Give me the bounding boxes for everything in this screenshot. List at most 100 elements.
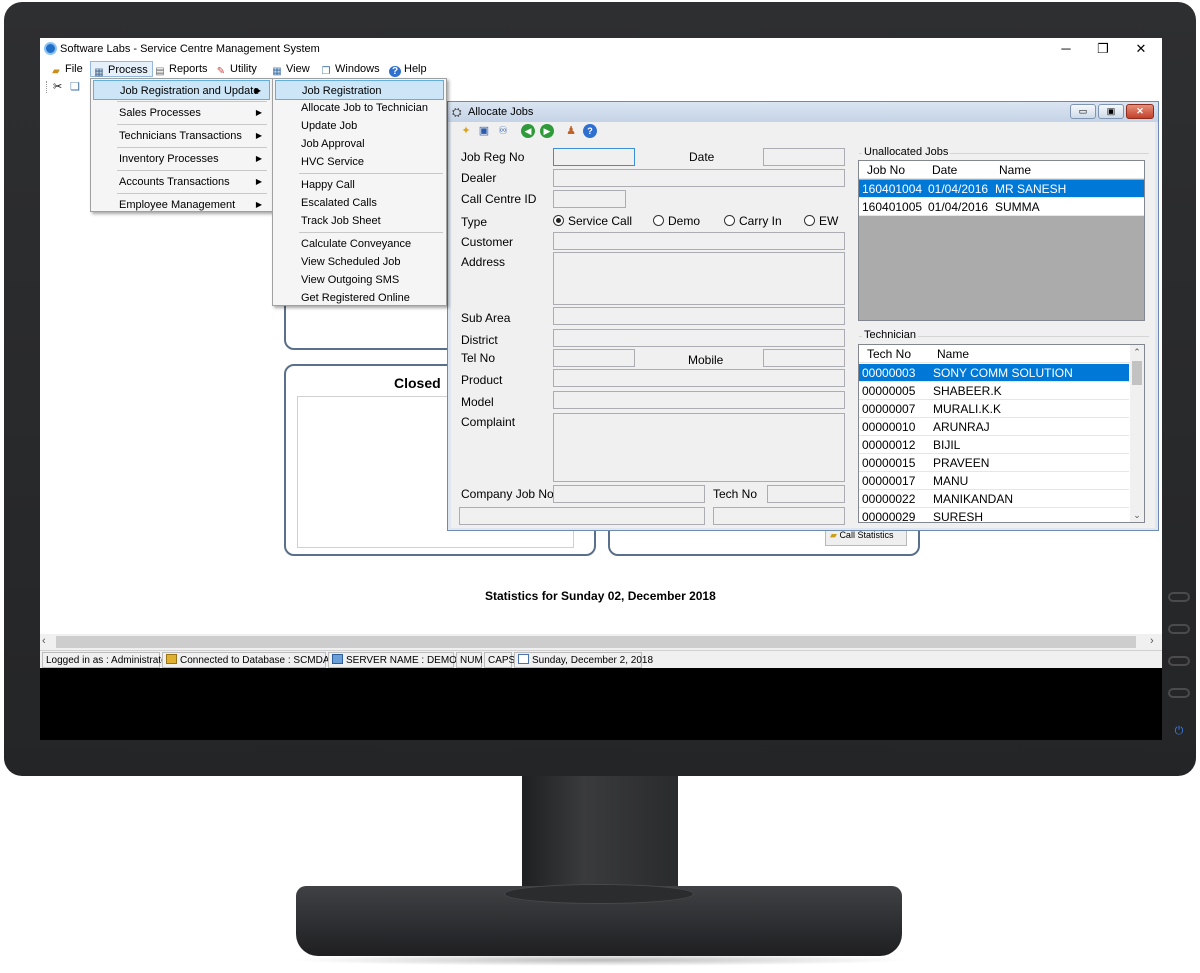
address-field[interactable] bbox=[553, 252, 845, 305]
main-horizontal-scrollbar[interactable]: ‹ › bbox=[40, 634, 1162, 650]
table-row[interactable]: 00000003 SONY COMM SOLUTION bbox=[859, 364, 1129, 382]
monitor-stand-neck bbox=[522, 776, 678, 894]
label-district: District bbox=[461, 333, 498, 347]
product-field[interactable] bbox=[553, 369, 845, 387]
tel-no-field[interactable] bbox=[553, 349, 635, 367]
menu-utility[interactable]: ✎ Utility bbox=[213, 61, 261, 77]
child-minimize-button[interactable]: ▭ bbox=[1070, 104, 1096, 119]
help-icon[interactable]: ? bbox=[583, 124, 597, 138]
screen-black-strip bbox=[40, 668, 1162, 740]
scroll-right-icon[interactable]: › bbox=[1150, 635, 1154, 647]
menu-item-job-approval[interactable]: Job Approval bbox=[275, 134, 444, 154]
table-row[interactable]: 00000022 MANIKANDAN bbox=[859, 490, 1129, 508]
menu-item-accounts-transactions[interactable]: Accounts Transactions ▶ bbox=[93, 172, 270, 192]
footer-field-left[interactable] bbox=[459, 507, 705, 525]
model-field[interactable] bbox=[553, 391, 845, 409]
menu-item-hvc-service[interactable]: HVC Service bbox=[275, 152, 444, 172]
table-row[interactable]: 00000017 MANU bbox=[859, 472, 1129, 490]
menu-item-update-job[interactable]: Update Job bbox=[275, 116, 444, 136]
menu-help[interactable]: ? Help bbox=[387, 61, 431, 77]
toolbar-grip bbox=[46, 81, 48, 93]
complaint-field[interactable] bbox=[553, 413, 845, 482]
radio-dot bbox=[653, 215, 664, 226]
menu-item-employee-management[interactable]: Employee Management ▶ bbox=[93, 195, 270, 215]
type-ew-radio[interactable]: EW bbox=[804, 214, 838, 228]
table-row[interactable]: 00000010 ARUNRAJ bbox=[859, 418, 1129, 436]
scrollbar-thumb[interactable] bbox=[1132, 361, 1142, 385]
menu-item-technicians-transactions[interactable]: Technicians Transactions ▶ bbox=[93, 126, 270, 146]
cell-tech-no: 00000007 bbox=[862, 402, 916, 416]
column-header[interactable]: Date bbox=[932, 161, 957, 179]
menu-item-job-registration[interactable]: Job Registration bbox=[275, 80, 444, 100]
dealer-field[interactable] bbox=[553, 169, 845, 187]
table-row[interactable]: 00000007 MURALI.K.K bbox=[859, 400, 1129, 418]
job-reg-no-field[interactable] bbox=[553, 148, 635, 166]
label-sub-area: Sub Area bbox=[461, 311, 511, 325]
column-header[interactable]: Name bbox=[999, 161, 1031, 179]
menu-item-view-outgoing-sms[interactable]: View Outgoing SMS bbox=[275, 270, 444, 290]
status-caps: CAPS bbox=[484, 652, 515, 668]
wrench-icon: ✎ bbox=[216, 66, 226, 77]
table-row[interactable]: 160401005 01/04/2016 SUMMA bbox=[859, 198, 1144, 216]
save-icon[interactable]: ▣ bbox=[477, 124, 491, 138]
table-row[interactable]: 00000005 SHABEER.K bbox=[859, 382, 1129, 400]
customer-field[interactable] bbox=[553, 232, 845, 250]
scrollbar-thumb[interactable] bbox=[56, 636, 1136, 648]
table-row[interactable]: 160401004 01/04/2016 MR SANESH bbox=[859, 180, 1144, 198]
table-row[interactable]: 00000029 SURESH bbox=[859, 508, 1129, 522]
forward-arrow-icon[interactable]: ▶ bbox=[540, 124, 554, 138]
mobile-field[interactable] bbox=[763, 349, 845, 367]
tech-no-field[interactable] bbox=[767, 485, 845, 503]
child-close-button[interactable]: ✕ bbox=[1126, 104, 1154, 119]
menu-item-job-registration-and-update[interactable]: Job Registration and Update ▶ bbox=[93, 80, 270, 100]
company-job-no-field[interactable] bbox=[553, 485, 705, 503]
date-field[interactable] bbox=[763, 148, 845, 166]
column-header[interactable]: Name bbox=[937, 345, 969, 363]
menu-windows[interactable]: ❐ Windows bbox=[318, 61, 384, 77]
menu-item-escalated-calls[interactable]: Escalated Calls bbox=[275, 193, 444, 213]
footer-field-right[interactable] bbox=[713, 507, 845, 525]
type-demo-radio[interactable]: Demo bbox=[653, 214, 700, 228]
minimize-button[interactable]: ─ bbox=[1051, 40, 1081, 58]
back-arrow-icon[interactable]: ◀ bbox=[521, 124, 535, 138]
allocate-jobs-titlebar[interactable]: ⛭ Allocate Jobs ▭ ▣ ✕ bbox=[448, 102, 1158, 122]
status-date: Sunday, December 2, 2018 bbox=[514, 652, 653, 668]
cell-tech-name: PRAVEEN bbox=[933, 456, 990, 470]
new-icon[interactable]: ✦ bbox=[459, 124, 473, 138]
table-row[interactable]: 00000012 BIJIL bbox=[859, 436, 1129, 454]
scroll-up-icon[interactable]: ⌃ bbox=[1130, 345, 1144, 359]
copy-icon[interactable]: ❏ bbox=[70, 80, 80, 93]
restore-button[interactable]: ❐ bbox=[1088, 40, 1118, 58]
table-row[interactable]: 00000015 PRAVEEN bbox=[859, 454, 1129, 472]
cell-name: MR SANESH bbox=[995, 182, 1067, 196]
district-field[interactable] bbox=[553, 329, 845, 347]
close-button[interactable]: ✕ bbox=[1126, 40, 1156, 58]
type-carry-in-radio[interactable]: Carry In bbox=[724, 214, 782, 228]
technician-scrollbar[interactable]: ⌃ ⌄ bbox=[1130, 345, 1144, 522]
menu-item-sales-processes[interactable]: Sales Processes ▶ bbox=[93, 103, 270, 123]
menu-item-track-job-sheet[interactable]: Track Job Sheet bbox=[275, 211, 444, 231]
menu-item-get-registered-online[interactable]: Get Registered Online bbox=[275, 288, 444, 308]
binoculars-icon[interactable]: ♾ bbox=[496, 124, 510, 138]
call-centre-id-field[interactable] bbox=[553, 190, 626, 208]
user-lock-icon[interactable]: ♟ bbox=[564, 124, 578, 138]
column-header[interactable]: Job No bbox=[867, 161, 905, 179]
column-header[interactable]: Tech No bbox=[867, 345, 911, 363]
menu-separator bbox=[117, 147, 267, 148]
menu-item-allocate-job[interactable]: Allocate Job to Technician bbox=[275, 98, 444, 118]
menu-process[interactable]: ▦ Process bbox=[90, 61, 153, 78]
menu-item-view-scheduled-job[interactable]: View Scheduled Job bbox=[275, 252, 444, 272]
type-service-call-radio[interactable]: Service Call bbox=[553, 214, 632, 228]
menu-item-calculate-conveyance[interactable]: Calculate Conveyance bbox=[275, 234, 444, 254]
menu-reports[interactable]: ▤ Reports bbox=[152, 61, 212, 77]
scroll-down-icon[interactable]: ⌄ bbox=[1130, 508, 1144, 522]
cut-icon[interactable]: ✂ bbox=[53, 80, 62, 93]
menu-item-inventory-processes[interactable]: Inventory Processes ▶ bbox=[93, 149, 270, 169]
sub-area-field[interactable] bbox=[553, 307, 845, 325]
scroll-left-icon[interactable]: ‹ bbox=[42, 635, 46, 647]
menu-file[interactable]: ▰ File bbox=[48, 61, 87, 77]
menu-item-happy-call[interactable]: Happy Call bbox=[275, 175, 444, 195]
menu-view[interactable]: ▦ View bbox=[269, 61, 314, 77]
cell-tech-name: MANU bbox=[933, 474, 969, 488]
child-maximize-button[interactable]: ▣ bbox=[1098, 104, 1124, 119]
